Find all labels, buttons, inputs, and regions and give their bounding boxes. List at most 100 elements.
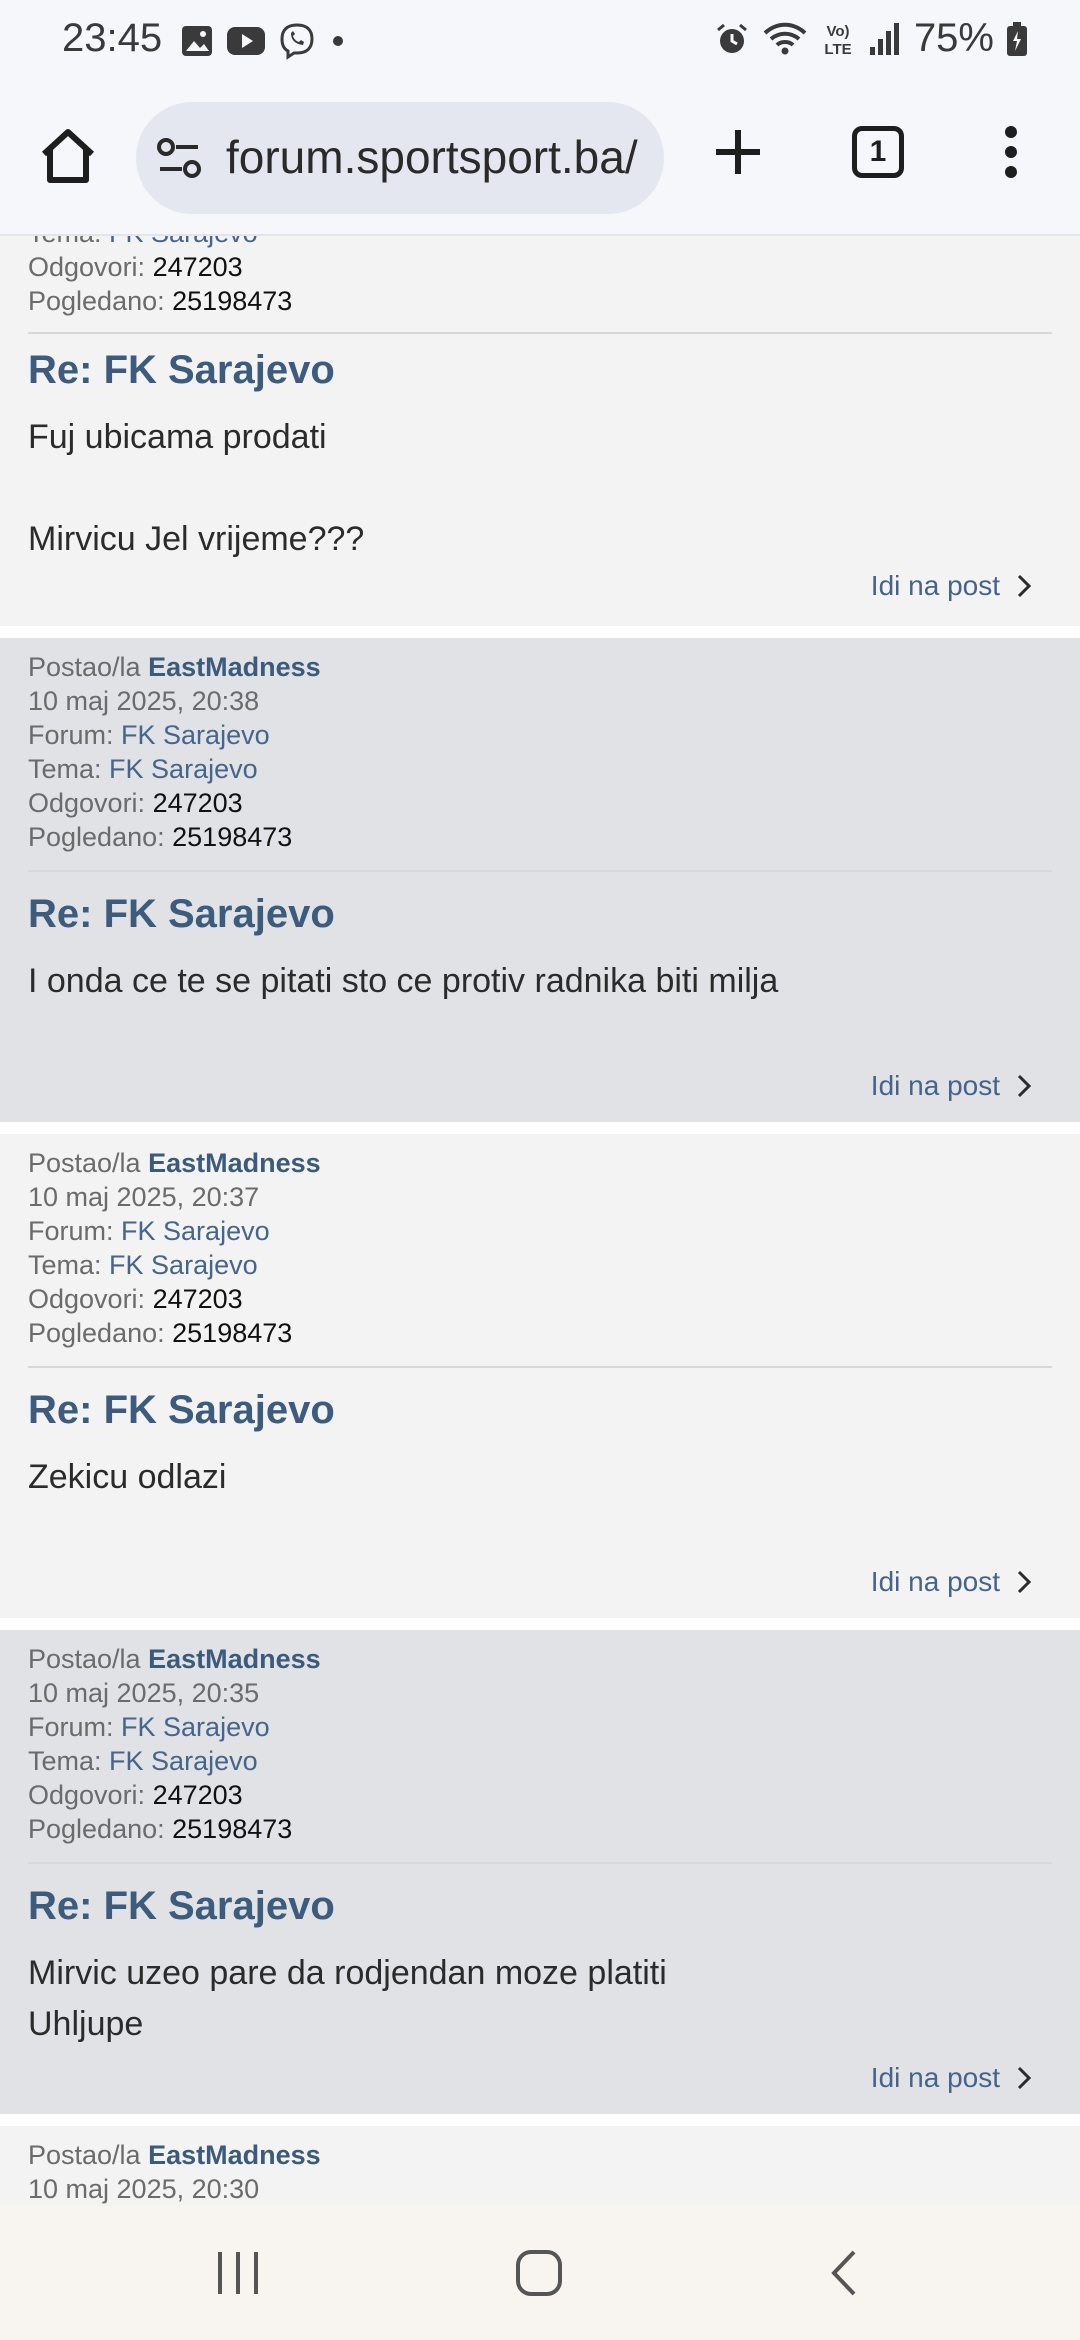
new-tab-button[interactable] [706,120,770,189]
viber-icon [280,23,314,60]
post-meta: Postao/la EastMadness 10 maj 2025, 20:35… [28,1642,321,1846]
go-to-post-link[interactable]: Idi na post [871,1070,1032,1102]
author-link[interactable]: EastMadness [148,1644,321,1674]
volte-icon: Vo) LTE [824,23,851,58]
post-separator [0,1122,1080,1134]
post-meta: Postao/la EastMadness 10 maj 2025, 20:30 [28,2138,321,2206]
topic-link[interactable]: FK Sarajevo [109,1746,258,1776]
divider [28,870,1052,872]
meta-date: 10 maj 2025, 20:37 [28,1182,260,1212]
meta-replies: Odgovori: 247203 [28,252,243,282]
meta-date: 10 maj 2025, 20:38 [28,686,260,716]
post-separator [0,1618,1080,1630]
browser-menu-button[interactable] [996,120,1026,189]
address-bar[interactable]: forum.sportsport.ba/ [136,102,664,214]
tab-switcher-button[interactable]: 1 [846,120,910,184]
system-icons: Vo) LTE 75% [714,16,1028,61]
meta-topic: Tema: FK Sarajevo [28,1250,258,1280]
chevron-right-icon [1017,1570,1032,1594]
meta-date: 10 maj 2025, 20:35 [28,1678,260,1708]
recents-icon [218,2252,258,2294]
go-to-post-label: Idi na post [870,2062,1000,2093]
chevron-right-icon [1017,2066,1032,2090]
meta-author: Postao/la EastMadness [28,1148,321,1178]
post-card: Postao/la EastMadness 10 maj 2025, 20:38… [0,638,1080,1122]
youtube-icon [227,27,265,55]
site-settings-icon[interactable] [156,136,202,180]
post-separator [0,2114,1080,2126]
status-time: 23:45 [62,16,163,60]
alarm-icon [716,23,747,53]
meta-views: Pogledano: 25198473 [28,286,293,316]
plus-icon [716,130,760,174]
post-body: Zekicu odlazi [28,1458,227,1496]
post-card: Postao/la EastMadness 10 maj 2025, 20:37… [0,1134,1080,1618]
url-text[interactable]: forum.sportsport.ba/ [226,130,656,184]
recent-apps-button[interactable] [214,2248,262,2303]
author-link[interactable]: EastMadness [148,652,321,682]
meta-forum: Forum: FK Sarajevo [28,1216,270,1246]
author-link[interactable]: EastMadness [148,1148,321,1178]
meta-forum: Forum: FK Sarajevo [28,1712,270,1742]
chevron-right-icon [1017,574,1032,598]
meta-views: Pogledano: 25198473 [28,822,293,852]
system-navigation-bar [0,2206,1080,2340]
home-icon [41,129,95,183]
post-title-link[interactable]: Re: FK Sarajevo [28,892,335,937]
search-results: Tema: FK Sarajevo Odgovori: 247203 Pogle… [0,236,1080,2206]
author-link[interactable]: EastMadness [148,2140,321,2170]
go-to-post-link[interactable]: Idi na post [871,1566,1032,1598]
meta-replies: Odgovori: 247203 [28,1780,243,1810]
meta-date: 10 maj 2025, 20:30 [28,2174,260,2204]
wifi-icon [763,22,807,54]
topic-link[interactable]: FK Sarajevo [109,1250,258,1280]
go-to-post-label: Idi na post [870,570,1000,601]
more-vert-icon [1005,126,1017,178]
tab-count: 1 [852,126,904,178]
status-bar: 23:45 Vo) LTE 75% [0,0,1080,84]
home-button[interactable] [36,124,100,188]
post-title-link[interactable]: Re: FK Sarajevo [28,1884,335,1929]
svg-text:LTE: LTE [824,41,851,58]
meta-views: Pogledano: 25198473 [28,1814,293,1844]
meta-author: Postao/la EastMadness [28,2140,321,2170]
post-card: Tema: FK Sarajevo Odgovori: 247203 Pogle… [0,236,1080,626]
meta-author: Postao/la EastMadness [28,652,321,682]
post-body: I onda ce te se pitati sto ce protiv rad… [28,962,779,1000]
battery-icon [1007,21,1027,56]
post-separator [0,626,1080,638]
go-to-post-link[interactable]: Idi na post [871,570,1032,602]
go-to-post-label: Idi na post [870,1566,1000,1597]
post-meta: Postao/la EastMadness 10 maj 2025, 20:38… [28,650,321,854]
post-title-link[interactable]: Re: FK Sarajevo [28,1388,335,1433]
topic-link[interactable]: FK Sarajevo [109,754,258,784]
signal-icon [869,22,899,55]
forum-link[interactable]: FK Sarajevo [121,720,270,750]
go-to-post-link[interactable]: Idi na post [871,2062,1032,2094]
forum-link[interactable]: FK Sarajevo [121,1712,270,1742]
post-body: Mirvic uzeo pare da rodjendan moze plati… [28,1954,667,2043]
post-body: Fuj ubicama prodati Mirvicu Jel vrijeme?… [28,418,365,558]
meta-topic: Tema: FK Sarajevo [28,1746,258,1776]
back-icon [831,2250,856,2296]
meta-forum: Forum: FK Sarajevo [28,720,270,750]
meta-topic: Tema: FK Sarajevo [28,236,292,250]
meta-author: Postao/la EastMadness [28,1644,321,1674]
chevron-right-icon [1017,1074,1032,1098]
dot-icon [333,36,343,46]
go-to-post-label: Idi na post [870,1070,1000,1101]
topic-link[interactable]: FK Sarajevo [109,236,258,248]
forum-link[interactable]: FK Sarajevo [121,1216,270,1246]
post-card: Postao/la EastMadness 10 maj 2025, 20:30 [0,2126,1080,2206]
home-nav-button[interactable] [514,2248,564,2303]
battery-percent: 75% [913,16,994,60]
divider [28,1862,1052,1864]
notification-icons [180,22,348,60]
home-nav-icon [516,2250,562,2296]
back-button[interactable] [826,2248,860,2303]
svg-text:Vo): Vo) [826,23,849,40]
browser-toolbar: forum.sportsport.ba/ 1 [0,84,1080,236]
meta-replies: Odgovori: 247203 [28,1284,243,1314]
post-title-link[interactable]: Re: FK Sarajevo [28,348,335,393]
post-meta: Tema: FK Sarajevo Odgovori: 247203 Pogle… [28,236,292,318]
